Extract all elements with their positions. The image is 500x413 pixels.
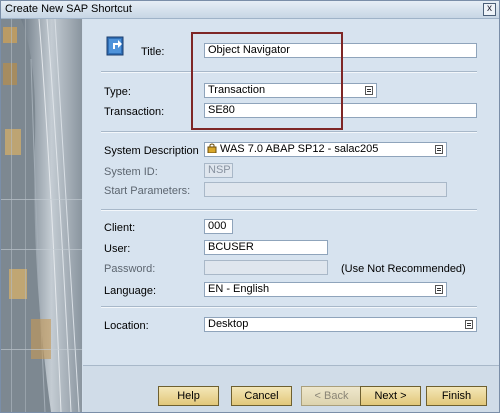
system-id-label: System ID: (104, 166, 158, 178)
back-button: < Back (301, 386, 362, 406)
client-label: Client: (104, 222, 136, 234)
dropdown-icon[interactable] (435, 285, 443, 294)
language-label: Language: (104, 285, 156, 297)
password-input (204, 260, 328, 275)
sap-shortcut-icon (105, 35, 127, 57)
location-select-value: Desktop (208, 318, 249, 330)
next-button[interactable]: Next > (360, 386, 421, 406)
close-button[interactable]: x (483, 3, 496, 16)
building-graphic (1, 19, 82, 412)
system-description-label: System Description (104, 145, 199, 157)
transaction-label: Transaction: (104, 106, 165, 118)
finish-button[interactable]: Finish (426, 386, 487, 406)
start-parameters-input (204, 182, 447, 197)
user-label: User: (104, 243, 131, 255)
start-parameters-label: Start Parameters: (104, 185, 191, 197)
system-id-input: NSP (204, 163, 233, 178)
location-label: Location: (104, 320, 149, 332)
highlight-box (191, 32, 343, 130)
system-description-select[interactable]: WAS 7.0 ABAP SP12 - salac205 (204, 142, 447, 157)
client-input[interactable]: 000 (204, 219, 233, 234)
language-select[interactable]: EN - English (204, 282, 447, 297)
language-select-value: EN - English (208, 283, 270, 295)
system-description-value: WAS 7.0 ABAP SP12 - salac205 (220, 143, 379, 155)
separator (101, 306, 477, 308)
separator (101, 209, 477, 211)
title-bar: Create New SAP Shortcut x (1, 1, 499, 19)
side-banner-image (1, 19, 82, 412)
location-select[interactable]: Desktop (204, 317, 477, 332)
dropdown-icon[interactable] (435, 145, 443, 154)
password-label: Password: (104, 263, 156, 275)
help-button[interactable]: Help (158, 386, 219, 406)
title-label: Title: (141, 46, 165, 58)
create-sap-shortcut-dialog: Create New SAP Shortcut x Title: Object … (0, 0, 500, 413)
separator (101, 131, 477, 133)
window-title: Create New SAP Shortcut (5, 3, 132, 15)
system-lock-icon (207, 143, 217, 154)
password-note: (Use Not Recommended) (341, 263, 466, 275)
cancel-button[interactable]: Cancel (231, 386, 292, 406)
type-label: Type: (104, 86, 131, 98)
user-input[interactable]: BCUSER (204, 240, 328, 255)
dropdown-icon[interactable] (365, 86, 373, 95)
dropdown-icon[interactable] (465, 320, 473, 329)
